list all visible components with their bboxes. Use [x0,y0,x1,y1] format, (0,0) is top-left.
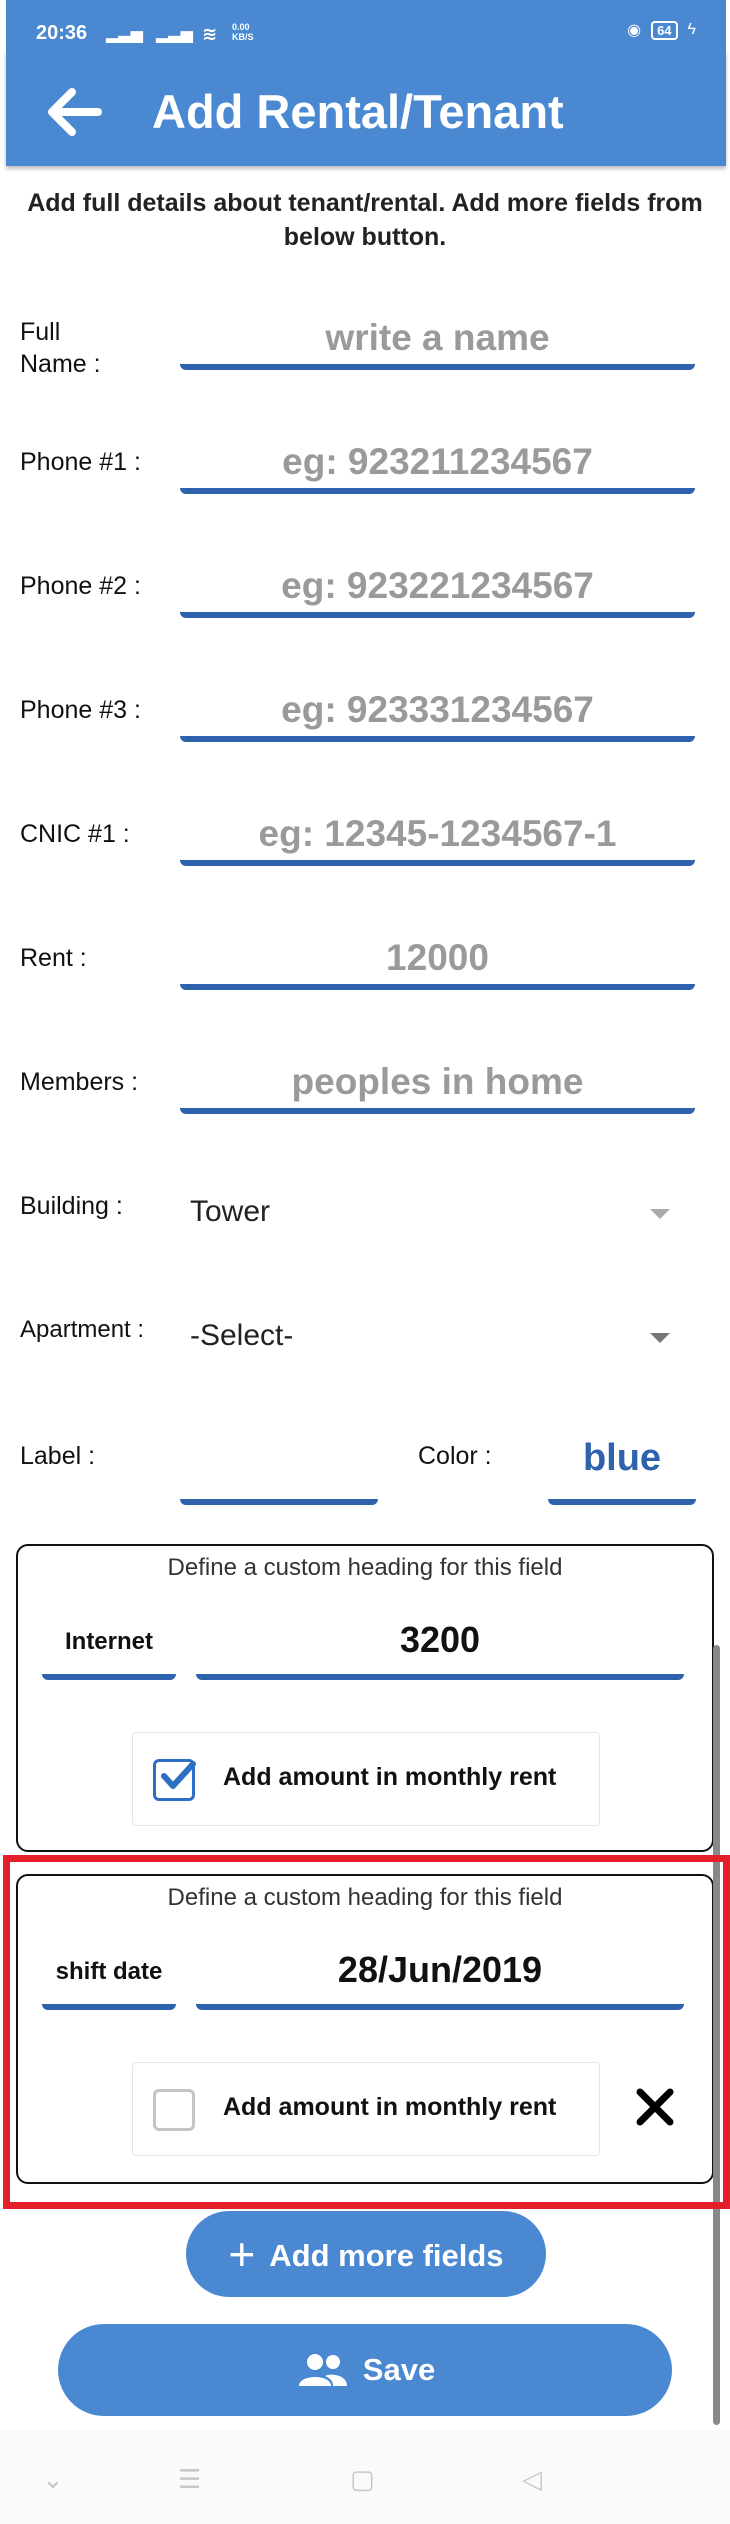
full-name-input[interactable]: write a name [180,310,695,370]
chevron-down-icon [650,1333,670,1343]
cnic-input[interactable]: eg: 12345-1234567-1 [180,806,695,866]
members-label: Members : [20,1068,139,1096]
system-nav-bar: ⌄ ☰ ▢ ◁ [0,2430,730,2524]
color-input[interactable]: blue [548,1428,696,1505]
chevron-down-icon [650,1209,670,1219]
data-saver-icon: ◉ [627,22,642,39]
intro-text: Add full details about tenant/rental. Ad… [27,189,703,251]
page-title: Add Rental/Tenant [152,85,564,138]
wifi-icon: ≋ [202,24,218,44]
members-input[interactable]: peoples in home [180,1054,695,1114]
save-label: Save [362,2352,436,2387]
network-speed: 0.00 KB/S [232,22,254,42]
signal-icon: ▂▃▅ [106,26,143,43]
signal-icon-2: ▂▃▅ [156,26,193,43]
phone2-input[interactable]: eg: 923221234567 [180,558,695,618]
phone3-input[interactable]: eg: 923331234567 [180,682,695,742]
home-icon[interactable]: ▢ [350,2464,375,2495]
plus-icon: + [228,2228,256,2280]
battery-icon: 64 [651,20,678,40]
apartment-label: Apartment : [20,1316,145,1343]
add-more-fields-button[interactable]: + Add more fields [186,2211,546,2297]
custom-value-input[interactable]: 3200 [196,1606,684,1680]
apartment-value: -Select- [190,1319,294,1352]
monthly-rent-checkbox-row[interactable]: Add amount in monthly rent [132,1732,600,1826]
phone1-input[interactable]: eg: 923211234567 [180,434,695,494]
color-field-label: Color : [418,1442,492,1470]
phone1-label: Phone #1 : [20,448,141,476]
full-name-label: Full Name : [20,318,101,378]
building-select[interactable]: Tower [188,1184,698,1240]
chevron-down-icon[interactable]: ⌄ [42,2464,64,2495]
save-button[interactable]: Save [58,2324,672,2416]
custom-heading-hint: Define a custom heading for this field [167,1554,563,1581]
back-icon[interactable]: ◁ [522,2464,542,2495]
custom-heading-input[interactable]: Internet [42,1606,176,1680]
phone2-label: Phone #2 : [20,572,141,600]
selection-highlight [3,1855,730,2209]
status-bar: 20:36 ▂▃▅ ▂▃▅ ≋ 0.00 KB/S ◉ 64 ϟ [6,0,726,50]
label-field-label: Label : [20,1442,96,1470]
phone3-label: Phone #3 : [20,696,141,724]
rent-label: Rent : [20,944,87,972]
building-value: Tower [190,1195,271,1228]
apartment-select[interactable]: -Select- [188,1308,698,1364]
check-icon [161,1761,196,1789]
custom-field-card: Define a custom heading for this field I… [16,1544,714,1852]
people-icon [298,2354,347,2386]
checkbox-checked[interactable] [153,1759,196,1801]
rent-input[interactable]: 12000 [180,930,695,990]
add-more-label: Add more fields [269,2238,504,2273]
back-arrow-icon[interactable] [46,88,106,136]
label-input[interactable] [180,1435,378,1505]
menu-icon[interactable]: ☰ [178,2464,201,2495]
charging-icon: ϟ [687,21,696,38]
building-label: Building : [20,1192,123,1220]
status-time: 20:36 [36,22,88,44]
app-bar: Add Rental/Tenant [6,50,726,166]
cnic-label: CNIC #1 : [20,820,130,848]
checkbox-label: Add amount in monthly rent [223,1763,557,1791]
